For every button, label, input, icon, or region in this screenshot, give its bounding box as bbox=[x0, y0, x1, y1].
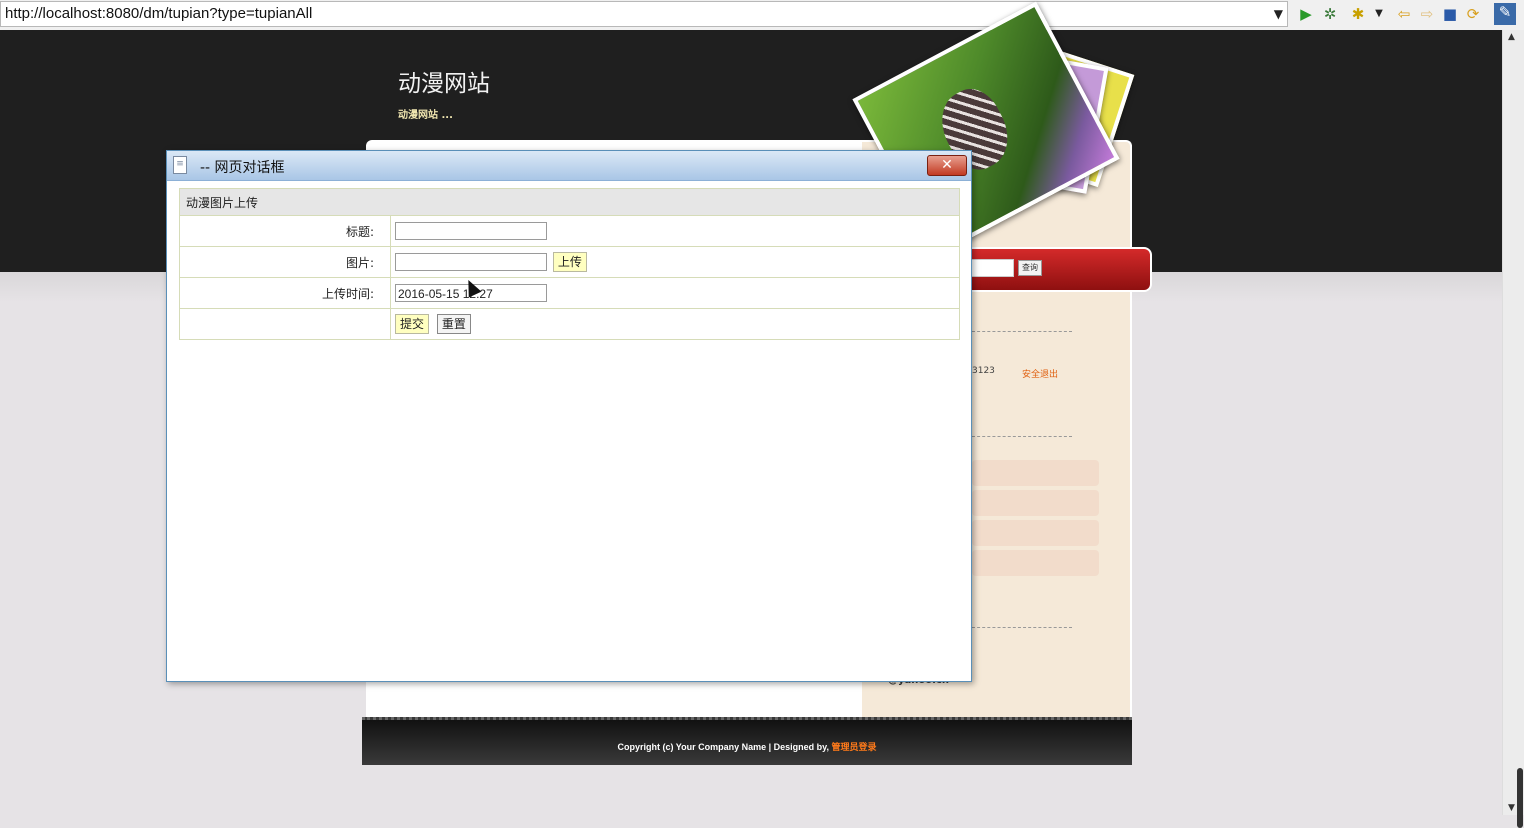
search-input[interactable] bbox=[970, 259, 1014, 277]
forward-icon[interactable]: ⇨ bbox=[1418, 5, 1436, 23]
title-row: 标题: bbox=[179, 215, 960, 247]
scroll-thumb[interactable] bbox=[1517, 768, 1523, 828]
image-row: 图片: 上传 bbox=[179, 246, 960, 278]
image-input[interactable] bbox=[395, 253, 547, 271]
url-dropdown-icon[interactable]: ▼ bbox=[1274, 7, 1283, 21]
title-label: 标题: bbox=[179, 215, 391, 247]
scroll-up-icon[interactable]: ▲ bbox=[1508, 32, 1515, 42]
dialog-titlebar[interactable]: ≡ -- 网页对话框 ✕ bbox=[167, 151, 971, 181]
upload-button[interactable]: 上传 bbox=[552, 252, 587, 272]
time-label: 上传时间: bbox=[179, 277, 391, 309]
dropdown-icon[interactable]: ▼ bbox=[1370, 5, 1388, 23]
time-row: 上传时间: 2016-05-15 12:27 bbox=[179, 277, 960, 309]
url-text[interactable]: http://localhost:8080/dm/tupian?type=tup… bbox=[5, 5, 312, 22]
footer-text: Copyright (c) Your Company Name | Design… bbox=[362, 740, 1132, 753]
empty-cell bbox=[179, 308, 391, 340]
form-header: 动漫图片上传 bbox=[179, 188, 960, 216]
title-input[interactable] bbox=[395, 222, 547, 240]
search-button[interactable]: 查询 bbox=[1018, 260, 1042, 276]
button-row: 提交 重置 bbox=[179, 308, 960, 340]
debug-icon[interactable]: ✲ bbox=[1321, 5, 1339, 23]
url-bar[interactable]: http://localhost:8080/dm/tupian?type=tup… bbox=[0, 1, 1288, 27]
dialog-title: -- 网页对话框 bbox=[200, 160, 285, 176]
eclipse-icon[interactable]: ✎ bbox=[1494, 3, 1516, 25]
sidebar-divider bbox=[972, 627, 1072, 628]
sidebar-menu-item[interactable] bbox=[972, 490, 1099, 516]
back-icon[interactable]: ⇦ bbox=[1395, 5, 1413, 23]
logout-link[interactable]: 安全退出 bbox=[1022, 367, 1058, 380]
refresh-icon[interactable]: ⟳ bbox=[1464, 5, 1482, 23]
close-icon[interactable]: ✕ bbox=[927, 155, 967, 176]
document-icon: ≡ bbox=[173, 156, 187, 174]
sidebar-menu-item[interactable] bbox=[972, 520, 1099, 546]
submit-button[interactable]: 提交 bbox=[395, 314, 430, 334]
page-scrollbar[interactable]: ▲ ▼ bbox=[1502, 30, 1524, 828]
image-label: 图片: bbox=[179, 246, 391, 278]
sidebar-divider bbox=[972, 331, 1072, 332]
site-footer: Copyright (c) Your Company Name | Design… bbox=[362, 717, 1132, 765]
run-icon[interactable]: ▶ bbox=[1297, 5, 1315, 23]
sidebar-menu-item[interactable] bbox=[972, 550, 1099, 576]
web-page-dialog: ≡ -- 网页对话框 ✕ 动漫图片上传 标题: 图片: 上传 上传时间: 201… bbox=[166, 150, 972, 682]
stop-icon[interactable]: ■ bbox=[1441, 5, 1459, 23]
sidebar-divider bbox=[972, 436, 1072, 437]
scroll-down-icon[interactable]: ▼ bbox=[1508, 803, 1515, 813]
reset-button[interactable]: 重置 bbox=[436, 314, 471, 334]
tools-icon[interactable]: ✱ bbox=[1349, 5, 1367, 23]
copyright-text: Copyright (c) Your Company Name | Design… bbox=[617, 742, 830, 752]
sidebar-number: 3123 bbox=[972, 366, 995, 376]
site-title: 动漫网站 bbox=[398, 71, 490, 97]
browser-toolbar: http://localhost:8080/dm/tupian?type=tup… bbox=[0, 0, 1524, 31]
upload-form: 动漫图片上传 标题: 图片: 上传 上传时间: 2016-05-15 12:27… bbox=[179, 188, 960, 340]
admin-login-link[interactable]: 管理员登录 bbox=[832, 742, 877, 752]
site-subtitle: 动漫网站 ... bbox=[398, 110, 453, 121]
sidebar-menu-item[interactable] bbox=[972, 460, 1099, 486]
